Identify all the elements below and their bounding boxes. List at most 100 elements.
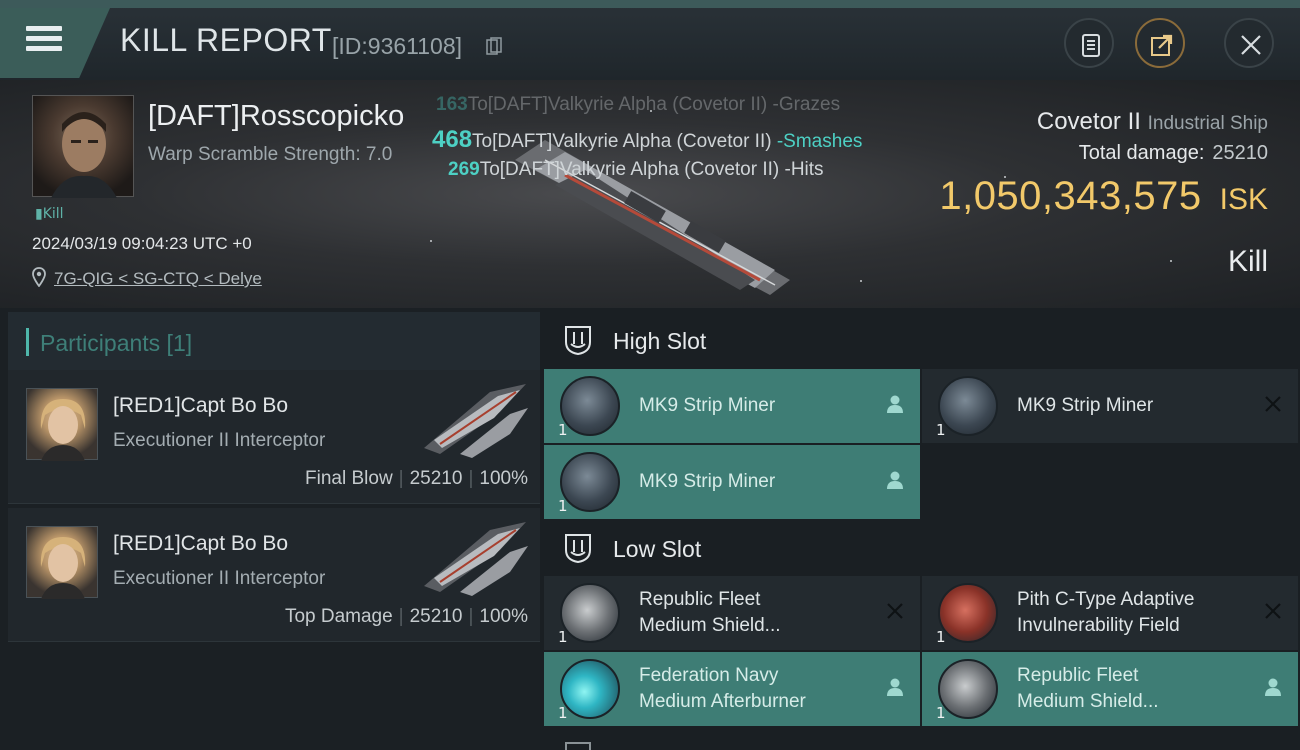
damage-text: To[DAFT]Valkyrie Alpha (Covetor II) bbox=[472, 131, 777, 152]
module-name-line: Medium Shield... bbox=[639, 615, 781, 636]
module-quantity: 1 bbox=[936, 421, 946, 439]
close-icon bbox=[1241, 35, 1261, 55]
module-name-line: Medium Shield... bbox=[1017, 691, 1159, 712]
participant-name[interactable]: [RED1]Capt Bo Bo bbox=[113, 532, 288, 556]
ship-class: Industrial Ship bbox=[1147, 113, 1268, 134]
damage-verb: -Smashes bbox=[776, 131, 863, 152]
damage-amount: 468 bbox=[432, 126, 473, 153]
strip-miner-icon bbox=[560, 376, 620, 436]
module-name-line: Medium Afterburner bbox=[639, 691, 806, 712]
module-tile[interactable]: 1 Pith C-Type Adaptive Invulnerability F… bbox=[922, 576, 1298, 650]
participant-ship-image bbox=[424, 384, 528, 458]
stats-divider: | bbox=[468, 468, 474, 489]
menu-icon-bar bbox=[26, 46, 62, 51]
kill-badge-label: Kill bbox=[42, 206, 64, 222]
participant-percent: 100% bbox=[479, 468, 528, 489]
participant-avatar[interactable] bbox=[26, 526, 98, 599]
module-quantity: 1 bbox=[558, 628, 568, 646]
pilot-icon bbox=[1265, 678, 1281, 696]
location-link[interactable]: 7G-QIG < SG-CTQ < Delye bbox=[54, 269, 262, 289]
participant-avatar[interactable] bbox=[26, 388, 98, 461]
strip-miner-icon bbox=[938, 376, 998, 436]
high-slot-title: High Slot bbox=[613, 328, 707, 354]
module-quantity: 1 bbox=[936, 704, 946, 722]
isk-unit: ISK bbox=[1219, 183, 1268, 216]
slot-shield-icon bbox=[565, 326, 591, 356]
damage-text: To[DAFT]Valkyrie Alpha (Covetor II) -Hit… bbox=[479, 159, 824, 180]
module-tile[interactable]: 1 MK9 Strip Miner bbox=[544, 369, 920, 443]
participant-portrait bbox=[40, 399, 86, 461]
close-button[interactable] bbox=[1224, 18, 1274, 68]
pilot-icon bbox=[887, 395, 903, 413]
stats-divider: | bbox=[398, 606, 404, 627]
copy-icon[interactable] bbox=[486, 37, 502, 57]
participant-card[interactable]: [RED1]Capt Bo Bo Executioner II Intercep… bbox=[8, 508, 540, 642]
module-tile[interactable]: 1 Republic Fleet Medium Shield... bbox=[922, 652, 1298, 726]
damage-feed-entry: 468To[DAFT]Valkyrie Alpha (Covetor II) -… bbox=[432, 126, 862, 154]
participant-role: Final Blow bbox=[305, 468, 393, 489]
star bbox=[430, 240, 432, 242]
total-damage-value: 25210 bbox=[1212, 142, 1268, 164]
module-quantity: 1 bbox=[558, 421, 568, 439]
destroyed-x-icon bbox=[1265, 396, 1281, 412]
afterburner-icon bbox=[560, 659, 620, 719]
participants-title: Participants [1] bbox=[40, 330, 193, 356]
module-quantity: 1 bbox=[558, 704, 568, 722]
shield-extender-icon bbox=[938, 659, 998, 719]
isk-amount: 1,050,343,575 bbox=[939, 174, 1202, 218]
menu-button[interactable] bbox=[0, 8, 110, 78]
participant-damage: 25210 bbox=[409, 468, 463, 489]
module-name-line: Federation Navy bbox=[639, 665, 779, 686]
participant-role: Top Damage bbox=[284, 606, 393, 627]
star bbox=[1170, 260, 1172, 262]
victim-portrait[interactable] bbox=[32, 95, 134, 198]
module-tile[interactable]: 1 Federation Navy Medium Afterburner bbox=[544, 652, 920, 726]
participant-card[interactable]: [RED1]Capt Bo Bo Executioner II Intercep… bbox=[8, 370, 540, 504]
module-name: Republic Fleet Medium Shield... bbox=[1017, 663, 1159, 715]
total-damage: Total damage: 25210 bbox=[1079, 142, 1268, 165]
module-quantity: 1 bbox=[558, 497, 568, 515]
share-button[interactable] bbox=[1135, 18, 1185, 68]
shield-extender-icon bbox=[560, 583, 620, 643]
participant-portrait bbox=[40, 537, 86, 599]
module-name: Federation Navy Medium Afterburner bbox=[639, 663, 806, 715]
participant-ship: Executioner II Interceptor bbox=[113, 430, 326, 451]
participants-panel: Participants [1] [RED1]Capt Bo Bo Execut… bbox=[0, 308, 540, 750]
low-slot-title: Low Slot bbox=[613, 536, 702, 562]
participant-damage: 25210 bbox=[409, 606, 463, 627]
fitting-panel: High Slot 1 MK9 Strip Miner 1 MK9 Strip … bbox=[540, 308, 1300, 750]
victim-ship-image bbox=[515, 140, 790, 295]
clipboard-button[interactable] bbox=[1064, 18, 1114, 68]
module-tile[interactable]: 1 MK9 Strip Miner bbox=[544, 445, 920, 519]
low-slot-header: Low Slot bbox=[540, 518, 1300, 578]
destroyed-x-icon bbox=[1265, 603, 1281, 619]
module-name-line: Republic Fleet bbox=[639, 589, 761, 610]
destroyed-x-icon bbox=[887, 603, 903, 619]
module-name: Republic Fleet Medium Shield... bbox=[639, 587, 781, 639]
star bbox=[860, 280, 862, 282]
report-id: [ID:9361108] bbox=[332, 33, 463, 59]
module-tile[interactable]: 1 Republic Fleet Medium Shield... bbox=[544, 576, 920, 650]
module-name-line: Invulnerability Field bbox=[1017, 615, 1180, 636]
share-icon bbox=[1151, 34, 1173, 56]
participant-ship: Executioner II Interceptor bbox=[113, 568, 326, 589]
module-tile[interactable]: 1 MK9 Strip Miner bbox=[922, 369, 1298, 443]
module-name-line: Republic Fleet bbox=[1017, 665, 1139, 686]
high-slot-header: High Slot bbox=[540, 310, 1300, 370]
stats-divider: | bbox=[468, 606, 474, 627]
pilot-icon bbox=[887, 678, 903, 696]
participants-header[interactable]: Participants [1] bbox=[8, 312, 540, 372]
module-name: Pith C-Type Adaptive Invulnerability Fie… bbox=[1017, 587, 1194, 639]
ship-type[interactable]: Covetor II Industrial Ship bbox=[1037, 108, 1268, 136]
strip-miner-icon bbox=[560, 452, 620, 512]
participant-stats: Top Damage | 25210 | 100% bbox=[285, 606, 528, 628]
damage-feed-entry: 269To[DAFT]Valkyrie Alpha (Covetor II) -… bbox=[448, 159, 824, 181]
participant-stats: Final Blow | 25210 | 100% bbox=[305, 468, 528, 490]
participant-name[interactable]: [RED1]Capt Bo Bo bbox=[113, 394, 288, 418]
damage-amount: 163 bbox=[436, 94, 468, 115]
participant-ship-image bbox=[424, 522, 528, 596]
victim-avatar bbox=[51, 112, 117, 198]
isk-value: 1,050,343,575 ISK bbox=[939, 174, 1268, 219]
victim-name[interactable]: [DAFT]Rosscopicko bbox=[148, 100, 404, 133]
top-bar: KILL REPORT [ID:9361108] bbox=[0, 0, 1300, 80]
